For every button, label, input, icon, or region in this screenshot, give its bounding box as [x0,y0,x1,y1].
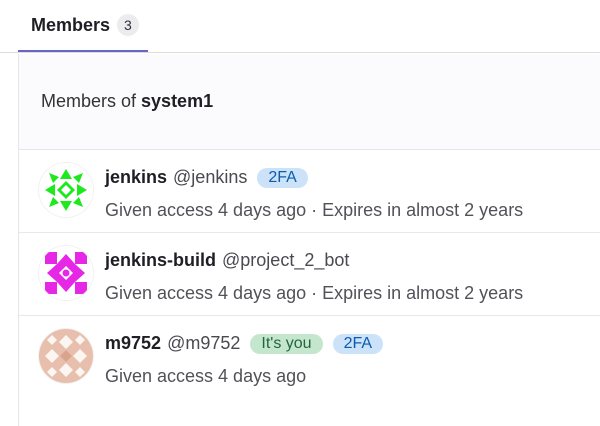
member-title: jenkins-build @project_2_bot [105,250,349,271]
2fa-badge: 2FA [257,167,308,188]
2fa-badge: 2FA [332,333,384,354]
access-info: Given access 4 days ago · Expires in alm… [105,200,524,220]
identicon-green-icon [39,163,93,217]
member-handle: @m9752 [167,333,241,353]
tab-members-label: Members [31,14,111,35]
member-handle: @project_2_bot [222,250,350,270]
member-title: jenkins @jenkins 2FA [105,167,308,188]
member-name[interactable]: jenkins [105,167,167,188]
avatar[interactable] [39,163,93,217]
panel-header-prefix: Members of [41,91,137,111]
members-tabs: Members 3 [0,0,600,53]
member-handle: @jenkins [173,167,248,187]
member-row: jenkins @jenkins 2FA Given access 4 days… [19,150,600,233]
its-you-badge: It's you [250,333,323,354]
member-row: jenkins-build @project_2_bot Given acces… [19,233,600,316]
panel-header: Members of system1 [19,54,600,150]
member-name[interactable]: m9752 [105,333,161,354]
identicon-magenta-icon [39,246,93,300]
tab-members[interactable]: Members 3 [18,0,148,52]
identicon-peach-icon [39,329,93,383]
avatar[interactable] [39,329,93,383]
member-row: m9752 @m9752 It's you 2FA Given access 4… [19,316,600,399]
members-panel: Members of system1 jenkins @jenkins 2FA … [18,54,600,426]
tab-members-count: 3 [117,14,139,36]
access-info: Given access 4 days ago [105,366,307,386]
avatar[interactable] [39,246,93,300]
group-name: system1 [141,91,214,111]
member-name[interactable]: jenkins-build [105,250,216,271]
access-info: Given access 4 days ago · Expires in alm… [105,283,524,303]
member-title: m9752 @m9752 It's you 2FA [105,333,384,354]
